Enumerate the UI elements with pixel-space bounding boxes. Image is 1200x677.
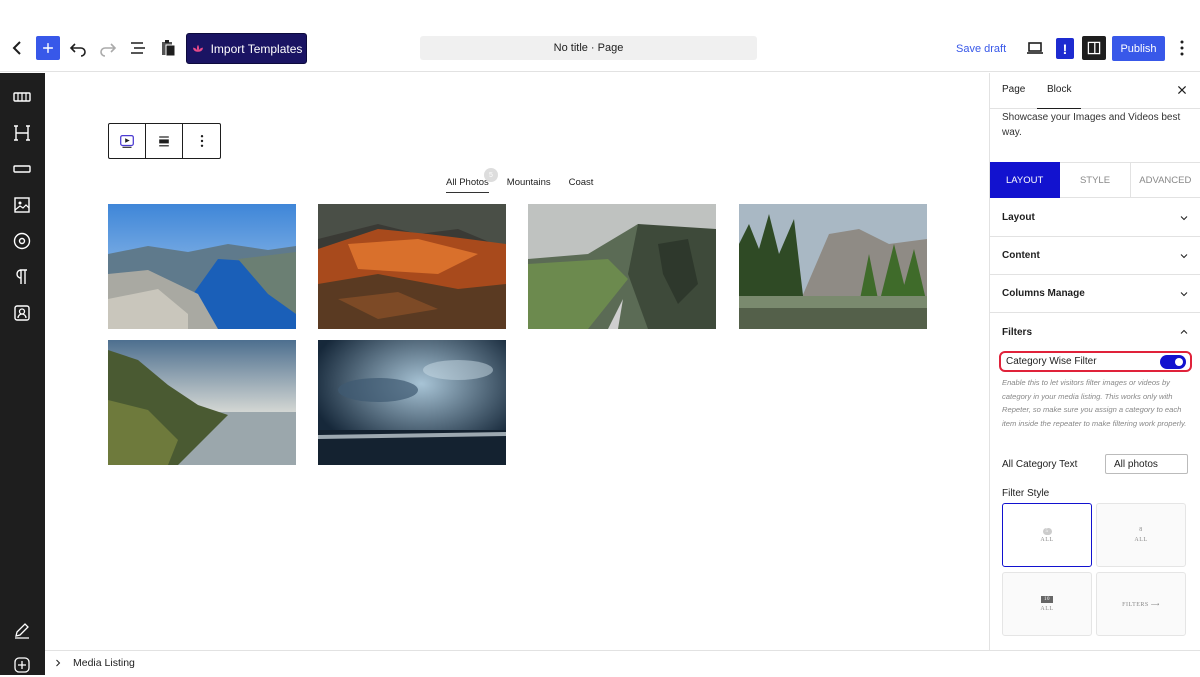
media-listing-block-icon[interactable] <box>109 124 146 158</box>
style-text: ALL <box>1134 537 1148 543</box>
image-block-icon[interactable] <box>10 193 34 217</box>
style-text: ALL <box>1040 606 1054 612</box>
document-overview-icon[interactable] <box>124 34 152 62</box>
chevron-down-icon <box>1180 253 1188 258</box>
paragraph-block-icon[interactable] <box>10 265 34 289</box>
filter-all-photos[interactable]: All Photos 5 <box>446 168 498 193</box>
block-description: Showcase your Images and Videos best way… <box>1002 112 1181 138</box>
tab-block[interactable]: Block <box>1036 84 1083 109</box>
align-icon[interactable] <box>146 124 183 158</box>
media-image-green-cliffs[interactable] <box>528 204 716 329</box>
save-draft-button[interactable]: Save draft <box>956 39 1006 59</box>
filter-style-option-1[interactable]: 5 ALL <box>1002 503 1092 567</box>
lotus-icon <box>192 44 203 52</box>
sidebar-icon <box>1087 41 1101 55</box>
block-options-icon[interactable] <box>183 124 220 158</box>
settings-sidebar-toggle[interactable] <box>1082 36 1106 60</box>
tab-layout[interactable]: LAYOUT <box>990 162 1061 198</box>
heading-block-icon[interactable] <box>10 121 34 145</box>
media-image-coastline[interactable] <box>108 340 296 465</box>
desktop-preview-icon[interactable] <box>1021 34 1049 62</box>
filter-label: Mountains <box>506 177 551 188</box>
section-layout[interactable]: Layout <box>990 199 1200 237</box>
filter-coast[interactable]: Coast <box>569 177 594 193</box>
chevron-down-icon <box>1180 291 1188 296</box>
import-templates-label: Import Templates <box>210 41 303 56</box>
block-toolbar <box>108 123 221 159</box>
undo-icon[interactable] <box>64 34 92 62</box>
filter-style-option-3[interactable]: 10 ALL <box>1002 572 1092 636</box>
redo-icon[interactable] <box>94 34 122 62</box>
media-image-stormy-sea[interactable] <box>318 340 506 465</box>
media-image-red-canyon[interactable] <box>318 204 506 329</box>
filter-style-option-4[interactable]: FILTERS ⟶ <box>1096 572 1186 636</box>
section-title: Columns Manage <box>1002 288 1085 299</box>
panel-tabs: Page Block <box>990 73 1200 109</box>
breadcrumb-item[interactable]: Media Listing <box>73 657 135 669</box>
import-templates-button[interactable]: Import Templates <box>186 33 307 64</box>
close-icon[interactable] <box>1176 83 1188 101</box>
chevron-up-icon <box>1180 329 1188 334</box>
block-inserter-sidebar <box>0 73 45 675</box>
add-block-button[interactable] <box>36 36 60 60</box>
toggle-label: Category Wise Filter <box>1006 356 1097 367</box>
block-breadcrumb-bar: Media Listing <box>45 650 1200 675</box>
filter-label: All Photos <box>446 177 489 188</box>
document-title: No title · Page <box>553 42 624 54</box>
more-options-icon[interactable] <box>1168 34 1196 62</box>
filter-label: Coast <box>568 177 594 188</box>
exclamation-icon[interactable]: ! <box>1056 38 1074 59</box>
filter-mountains[interactable]: Mountains <box>507 177 551 193</box>
tab-style[interactable]: STYLE <box>1060 162 1131 198</box>
media-image-yosemite[interactable] <box>739 204 927 329</box>
editor-top-bar: Import Templates No title · Page Save dr… <box>0 0 1200 72</box>
section-filters[interactable]: Filters <box>990 313 1200 351</box>
document-title-bar[interactable]: No title · Page <box>420 36 757 60</box>
filter-count-badge: 5 <box>484 168 498 182</box>
button-block-icon[interactable] <box>10 157 34 181</box>
section-title: Layout <box>1002 212 1035 223</box>
tab-page[interactable]: Page <box>1002 84 1025 95</box>
profile-block-icon[interactable] <box>10 301 34 325</box>
style-text: ALL <box>1040 536 1054 543</box>
inspector-tabs: LAYOUT STYLE ADVANCED <box>990 162 1200 198</box>
chevron-down-icon <box>1180 215 1188 220</box>
add-circle-icon[interactable] <box>10 653 34 677</box>
section-columns-manage[interactable]: Columns Manage <box>990 275 1200 313</box>
style-badge: 5 <box>1042 527 1052 535</box>
filter-style-label: Filter Style <box>1002 488 1050 499</box>
media-filter-bar: All Photos 5 Mountains Coast <box>446 168 594 193</box>
category-wise-filter-row: Category Wise Filter <box>999 351 1192 372</box>
section-content[interactable]: Content <box>990 237 1200 275</box>
section-title: Filters <box>1002 326 1033 338</box>
section-title: Content <box>1002 250 1040 261</box>
clipboard-icon[interactable] <box>154 34 182 62</box>
style-badge: 8 <box>1139 527 1143 533</box>
filter-style-option-2[interactable]: 8 ALL <box>1096 503 1186 567</box>
publish-button[interactable]: Publish <box>1112 36 1165 61</box>
media-image-fjord[interactable] <box>108 204 296 329</box>
back-icon[interactable] <box>4 34 32 62</box>
chevron-right-icon[interactable] <box>53 658 63 668</box>
style-text: FILTERS ⟶ <box>1122 601 1160 608</box>
all-category-text-label: All Category Text <box>1002 459 1078 470</box>
all-category-text-input[interactable]: All photos <box>1105 454 1188 474</box>
target-block-icon[interactable] <box>10 229 34 253</box>
category-wise-filter-toggle[interactable] <box>1160 354 1186 369</box>
pencil-icon[interactable] <box>10 618 34 642</box>
settings-panel: Page Block Showcase your Images and Vide… <box>989 73 1200 650</box>
filter-help-text: Enable this to let visitors filter image… <box>1002 378 1187 429</box>
style-badge: 10 <box>1041 596 1053 603</box>
slider-block-icon[interactable] <box>10 85 34 109</box>
tab-advanced[interactable]: ADVANCED <box>1130 162 1200 198</box>
